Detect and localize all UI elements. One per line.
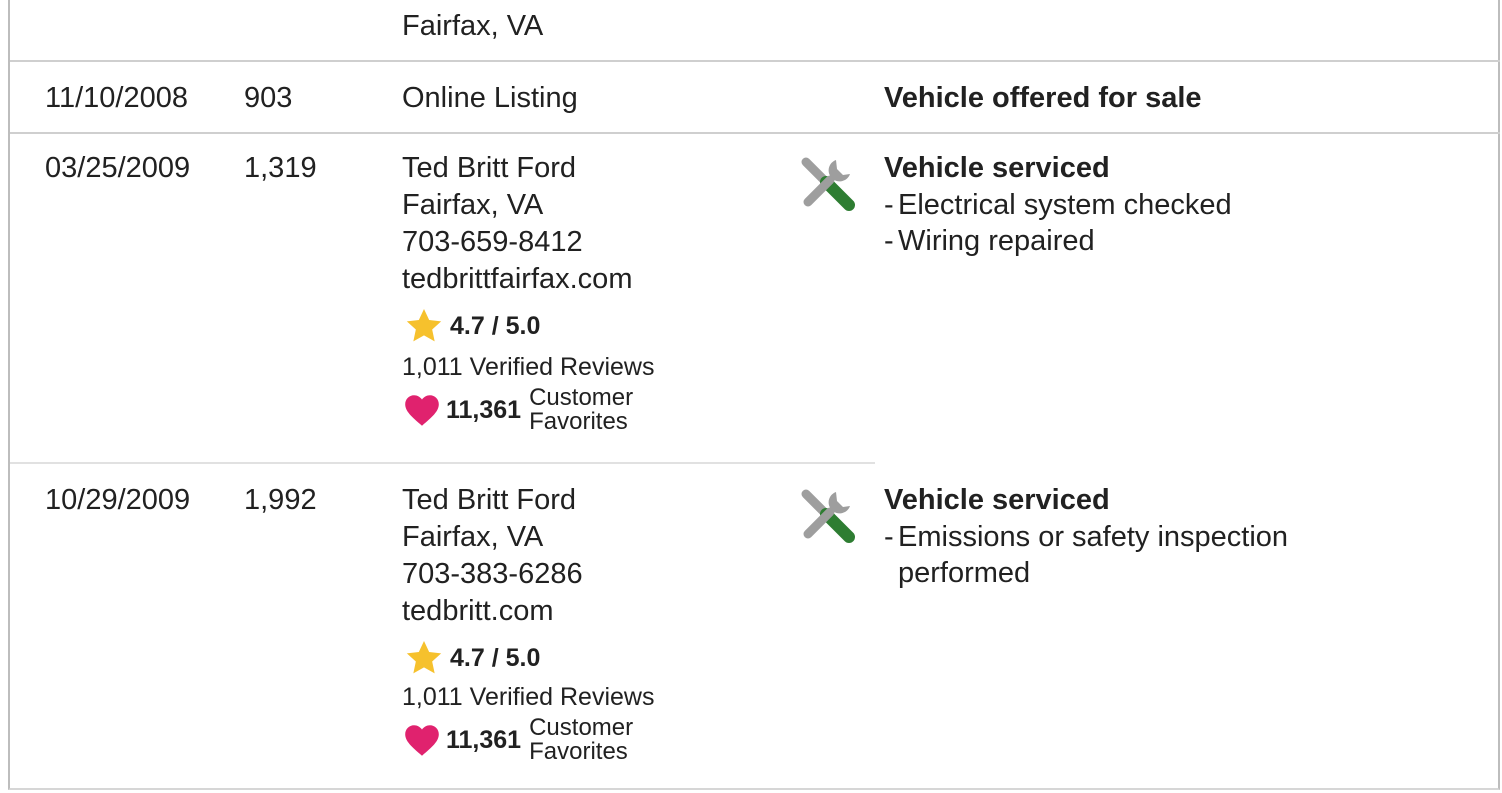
- event-title: Vehicle offered for sale: [884, 82, 1202, 114]
- heart-icon: [405, 725, 439, 756]
- service-detail-item: - Wiring repaired: [884, 225, 1095, 257]
- record-date: 03/25/2009: [45, 152, 191, 184]
- dealer-phone[interactable]: 703-659-8412: [402, 224, 583, 260]
- service-details-list: - Emissions or safety inspection performe…: [884, 519, 1288, 591]
- favorites-label: Customer Favorites: [529, 386, 633, 434]
- record-mileage: 1,992: [244, 484, 317, 516]
- star-icon: [406, 309, 442, 342]
- service-detail-item: - Emissions or safety inspection: [884, 521, 1289, 553]
- service-details-list: - Electrical system checked - Wiring repai…: [884, 187, 1232, 259]
- dealer-location: Fairfax, VA: [402, 189, 544, 221]
- dealer-rating: 4.7 / 5.0: [404, 638, 540, 678]
- record-mileage: 903: [244, 82, 293, 114]
- history-table-frame: [8, 0, 1500, 790]
- favorites-label-line1: Customer: [529, 384, 634, 411]
- favorites-label: Customer Favorites: [529, 716, 633, 764]
- customer-favorites: 11,361 Customer Favorites: [404, 386, 633, 434]
- service-detail-item: - Electrical system checked: [884, 189, 1232, 221]
- record-source: Online Listing: [402, 82, 578, 114]
- verified-reviews-link[interactable]: 1,011 Verified Reviews: [402, 682, 654, 712]
- dealer-name[interactable]: Ted Britt Ford: [402, 482, 576, 518]
- favorites-label-line2: Favorites: [529, 408, 628, 435]
- star-icon: [406, 641, 442, 674]
- dealer-location: Fairfax, VA: [402, 10, 544, 42]
- rating-value: 4.7 / 5.0: [450, 643, 541, 672]
- record-date: 10/29/2009: [45, 484, 191, 516]
- favorites-count: 11,361: [446, 725, 522, 754]
- row-divider: [10, 132, 1500, 134]
- record-date: 11/10/2008: [45, 82, 188, 114]
- row-divider: [10, 60, 1500, 62]
- service-tools-icon: [801, 489, 855, 543]
- verified-reviews-link[interactable]: 1,011 Verified Reviews: [402, 352, 654, 382]
- favorites-label-line2: Favorites: [529, 738, 628, 765]
- favorites-count: 11,361: [446, 395, 522, 424]
- favorites-label-line1: Customer: [529, 714, 634, 741]
- customer-favorites: 11,361 Customer Favorites: [404, 716, 633, 764]
- dealer-website[interactable]: tedbritt.com: [402, 593, 554, 629]
- service-tools-icon: [801, 157, 855, 211]
- event-title: Vehicle serviced: [884, 484, 1110, 516]
- dealer-name[interactable]: Ted Britt Ford: [402, 150, 576, 186]
- dealer-location: Fairfax, VA: [402, 521, 544, 553]
- heart-icon: [405, 395, 439, 426]
- dealer-rating: 4.7 / 5.0: [404, 306, 540, 346]
- dealer-phone[interactable]: 703-383-6286: [402, 556, 583, 592]
- dealer-website[interactable]: tedbrittfairfax.com: [402, 261, 632, 297]
- service-detail-item-continued: performed: [898, 557, 1031, 589]
- event-title: Vehicle serviced: [884, 152, 1110, 184]
- rating-value: 4.7 / 5.0: [450, 311, 541, 340]
- record-mileage: 1,319: [244, 152, 317, 184]
- row-divider: [10, 462, 875, 464]
